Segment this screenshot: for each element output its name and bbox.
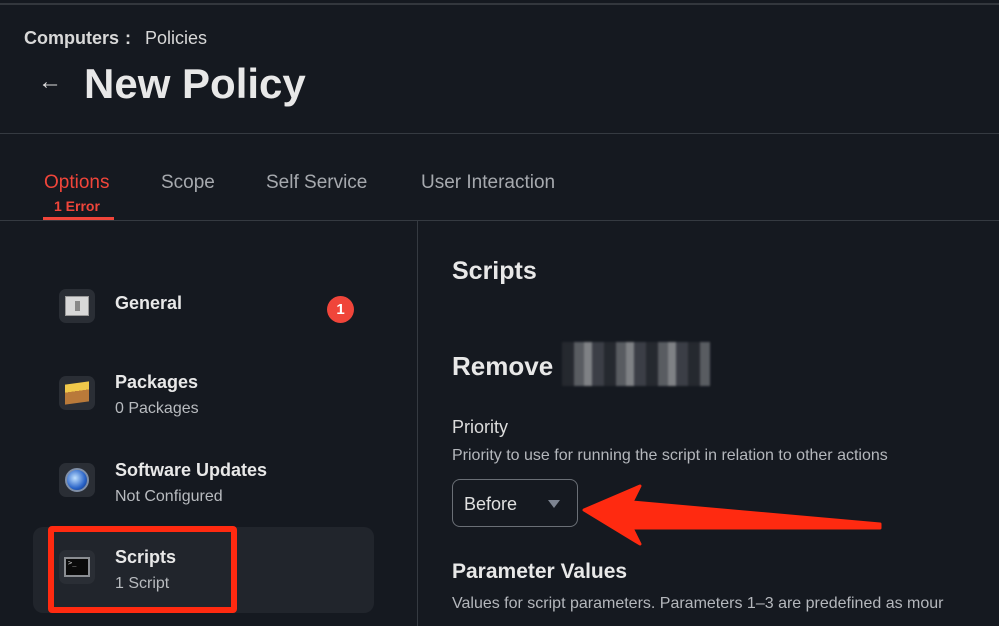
caret-down-icon <box>548 500 560 508</box>
error-badge: 1 <box>327 296 354 323</box>
sidebar-item-general[interactable]: General <box>33 262 374 348</box>
breadcrumb-separator: : <box>125 28 132 48</box>
page-title: New Policy <box>84 60 306 107</box>
redacted-script-name <box>562 342 710 386</box>
annotation-highlight-box <box>48 526 237 613</box>
tab-self-service[interactable]: Self Service <box>266 172 367 194</box>
top-border <box>0 3 999 5</box>
tab-user-interaction[interactable]: User Interaction <box>421 172 555 194</box>
sidebar-item-label: Software Updates <box>115 460 268 480</box>
divider <box>0 220 999 221</box>
tab-scope[interactable]: Scope <box>161 172 215 194</box>
section-title: Scripts <box>452 257 537 285</box>
sidebar-item-packages[interactable]: Packages 0 Packages <box>33 348 374 434</box>
divider <box>417 221 418 626</box>
script-name: Remove <box>452 351 554 381</box>
tab-options[interactable]: Options <box>44 172 109 194</box>
sidebar-item-sub: Not Configured <box>115 488 223 505</box>
priority-value: Before <box>464 494 518 514</box>
priority-description: Priority to use for running the script i… <box>452 447 888 464</box>
parameters-title: Parameter Values <box>452 560 628 583</box>
breadcrumb-computers[interactable]: Computers <box>24 28 119 48</box>
priority-select[interactable]: Before <box>452 479 578 527</box>
sidebar-item-label: General <box>115 293 183 313</box>
arrow-left-icon[interactable]: ← <box>38 68 62 96</box>
divider <box>0 133 999 134</box>
priority-label: Priority <box>452 417 509 437</box>
error-count: 1 Error <box>54 198 100 214</box>
sidebar-item-label: Packages <box>115 372 199 392</box>
switch-icon <box>59 289 95 323</box>
parameters-description: Values for script parameters. Parameters… <box>452 595 944 612</box>
sidebar-item-sub: 0 Packages <box>115 400 199 417</box>
package-box-icon <box>59 376 95 410</box>
breadcrumb-policies[interactable]: Policies <box>145 28 207 48</box>
breadcrumb: Computers: Policies <box>24 28 207 49</box>
software-update-globe-icon <box>59 463 95 497</box>
sidebar-item-software-updates[interactable]: Software Updates Not Configured <box>33 436 374 522</box>
annotation-arrow <box>582 484 882 546</box>
